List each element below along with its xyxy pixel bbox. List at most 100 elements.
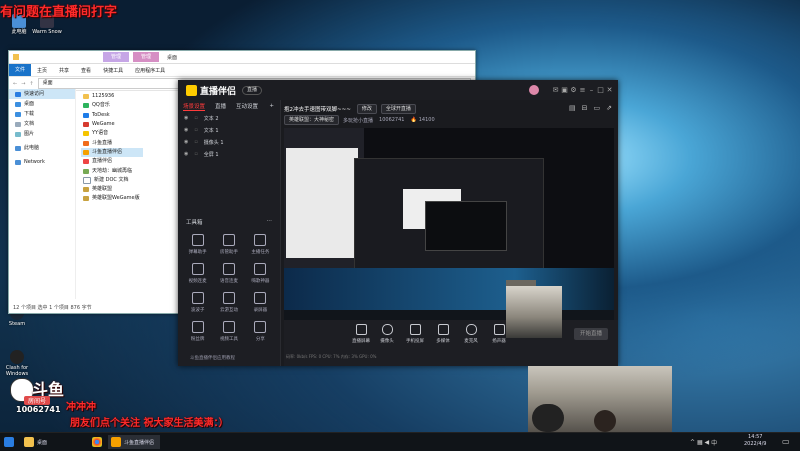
ribbon-tab-home[interactable]: 主页 [31,67,53,74]
list-item[interactable]: 直播伴侣 [81,157,143,166]
settings-icon[interactable]: ⚙ [569,86,578,95]
tool-voice-link[interactable]: 语音连麦 [213,263,244,284]
maximize-icon[interactable]: □ [596,86,605,95]
ribbon-tab-shortcut-tools[interactable]: 快捷工具 [97,67,129,74]
promo-link[interactable]: 斗鱼直播伴侣应用教程 [178,350,280,366]
list-item[interactable]: YY语音 [81,129,143,138]
volume-icon[interactable]: ◀ [705,439,710,446]
up-arrow-icon[interactable]: ↑ [29,81,33,87]
notification-icon[interactable]: ▭ [782,437,790,446]
list-item[interactable]: 斗鱼直播伴侣 [81,147,143,158]
menu-icon[interactable]: ≡ [578,86,587,95]
system-tray[interactable]: ^ ▦ ◀ 中 [690,435,717,449]
list-item[interactable]: 1125936 [81,92,143,101]
taskbar-explorer[interactable]: 桌面 [24,435,47,449]
nav-quick-access[interactable]: 快速访问 [9,89,75,99]
tool-tasks[interactable]: 主播任务 [245,234,276,255]
more-icon[interactable]: ⋯ [267,218,273,226]
list-item[interactable]: 英雄联盟WeGame版 [81,194,143,203]
ribbon-tab-app-tools[interactable]: 应用程序工具 [129,67,171,74]
room-id: 10062741 [379,117,405,123]
nav-pictures[interactable]: 图片 [9,129,75,139]
ribbon-tab-file[interactable]: 文件 [9,64,32,76]
scene-item[interactable]: ◉ ▫ 摄像头 1 [178,136,280,148]
category-select[interactable]: 全球开直播 [380,104,416,114]
scene-item[interactable]: ◉ ▫ 文本 2 [178,112,280,124]
list-item[interactable]: 斗鱼直播 [81,138,143,147]
lock-icon[interactable]: ▫ [194,139,197,145]
taskbar-chrome[interactable] [92,435,105,449]
list-item[interactable]: ToDesk [81,111,143,120]
mode-button[interactable]: 英雄联盟：大神秘密 [284,115,340,125]
nav-network[interactable]: Network [9,157,75,167]
tab-live[interactable]: 直播 [215,102,226,110]
ctx-tab-manage-2[interactable]: 管理 [133,52,160,62]
navigation-pane: 快速访问 桌面 下载 文档 图片 此电脑 Network [9,89,76,299]
start-live-button[interactable]: 开始直播 [574,328,608,340]
todesk-icon [83,112,89,118]
version-pill[interactable]: 直播 [242,85,263,95]
webcam-main [528,366,672,432]
network-icon[interactable]: ▦ [697,439,703,446]
add-scene-icon[interactable]: + [269,103,274,109]
nav-downloads[interactable]: 下载 [9,109,75,119]
lock-icon[interactable]: ▫ [194,115,197,121]
lock-icon[interactable]: ⊟ [582,104,588,112]
list-item[interactable]: 新建 DOC 文档 [81,176,143,185]
stream-preview[interactable] [284,128,614,321]
ribbon-tab-view[interactable]: 查看 [75,67,97,74]
nav-documents[interactable]: 文档 [9,119,75,129]
tab-interact[interactable]: 互动设置 [236,102,258,110]
edit-title-button[interactable]: 修改 [356,104,377,114]
tool-video-tools[interactable]: 视频工具 [213,321,244,342]
tool-share[interactable]: 分享 [245,321,276,342]
scene-item[interactable]: ◉ ▫ 文本 1 [178,124,280,136]
eye-icon[interactable]: ◉ [184,139,188,145]
scene-item[interactable]: ◉ ▫ 全屏 1 [178,148,280,160]
clock[interactable]: 14:57 2022/4/9 [744,434,766,448]
share-icon[interactable]: ⇗ [606,104,612,112]
tool-cloud[interactable]: 云游互动 [213,292,244,313]
add-camera[interactable]: 摄像头 [376,324,398,344]
explorer-titlebar: 管理 管理 桌面 [9,51,475,64]
tool-danmu[interactable]: 弹幕助手 [182,234,213,255]
eye-icon[interactable]: ◉ [184,115,188,121]
add-screen-capture[interactable]: 直播屏幕 [350,324,372,344]
lock-icon[interactable]: ▫ [194,127,197,133]
ime-indicator[interactable]: 中 [711,438,717,447]
tool-fans[interactable]: 粉丝牌 [182,321,213,342]
eye-icon[interactable]: ◉ [184,151,188,157]
list-item[interactable]: QQ音乐 [81,101,143,110]
message-icon[interactable]: ✉ [551,86,560,95]
list-item[interactable]: WeGame [81,120,143,129]
window-icon[interactable]: ▭ [594,104,601,112]
minimize-icon[interactable]: – [587,86,596,95]
gift-icon[interactable]: ▤ [569,104,576,112]
list-item[interactable]: 英雄联盟 [81,185,143,194]
back-arrow-icon[interactable]: ← [13,81,17,87]
desktop-icon-clash[interactable]: Clash for Windows [0,350,34,377]
lock-icon[interactable]: ▫ [194,151,197,157]
nav-desktop[interactable]: 桌面 [9,99,75,109]
list-item[interactable]: 天地劫：幽城再临 [81,166,143,175]
ctx-tab-manage[interactable]: 管理 [103,52,130,62]
eye-icon[interactable]: ◉ [184,127,188,133]
tool-video-link[interactable]: 视频连麦 [182,263,213,284]
ribbon-tab-share[interactable]: 共享 [53,67,75,74]
taskbar-douyu-companion[interactable]: 斗鱼直播伴侣 [108,435,161,449]
add-media[interactable]: 多媒体 [432,324,454,344]
microphone-control[interactable]: 麦克风 [460,324,482,344]
skin-icon[interactable]: ▣ [560,86,569,95]
forward-arrow-icon[interactable]: → [21,81,25,87]
tool-bobo[interactable]: 波波子 [182,292,213,313]
start-button[interactable] [4,435,17,449]
tray-arrow-icon[interactable]: ^ [690,439,695,446]
tool-room-admin[interactable]: 房管助手 [213,234,244,255]
close-icon[interactable]: ✕ [605,86,614,95]
add-phone-cast[interactable]: 手机投屏 [404,324,426,344]
tab-scenes[interactable]: 场景设置 [183,102,206,111]
tool-song[interactable]: 嗨歌神器 [245,263,276,284]
nav-this-pc[interactable]: 此电脑 [9,143,75,153]
avatar[interactable] [529,85,539,95]
tool-recorder[interactable]: 录屏器 [245,292,276,313]
